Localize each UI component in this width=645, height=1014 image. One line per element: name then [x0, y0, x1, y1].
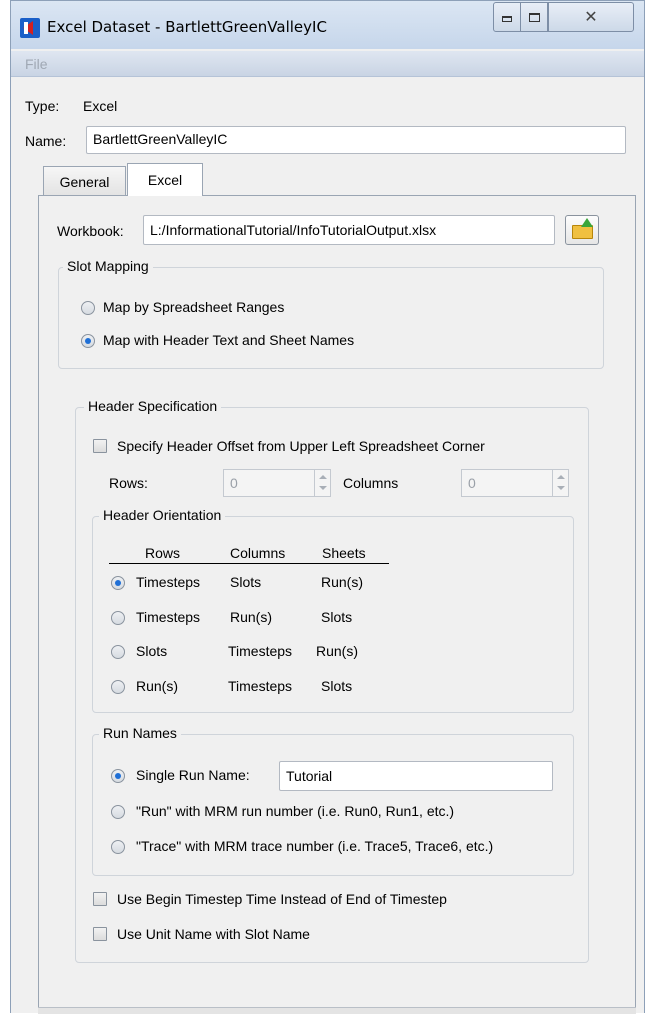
folder-arrow-icon [581, 218, 593, 227]
rows-spinner-arrows-icon[interactable] [314, 470, 330, 496]
orientation-2-columns: Run(s) [230, 609, 273, 625]
single-run-name-radio[interactable] [111, 769, 125, 783]
slot-mapping-group: Slot Mapping [58, 258, 604, 369]
unit-name-checkbox[interactable] [93, 927, 107, 941]
run-mrm-radio[interactable] [111, 805, 125, 819]
orientation-radio-1[interactable] [111, 576, 125, 590]
map-by-ranges-label: Map by Spreadsheet Ranges [103, 299, 285, 315]
rows-spinner[interactable]: 0 [223, 469, 331, 497]
orientation-1-columns: Slots [230, 574, 262, 590]
run-names-title: Run Names [99, 725, 181, 741]
columns-spinner-value: 0 [468, 475, 476, 491]
columns-spinner[interactable]: 0 [461, 469, 569, 497]
run-mrm-label: "Run" with MRM run number (i.e. Run0, Ru… [136, 803, 455, 819]
rows-spinner-value: 0 [230, 475, 238, 491]
folder-open-icon [572, 225, 593, 239]
single-run-name-input[interactable]: Tutorial [279, 761, 553, 791]
columns-label: Columns [343, 475, 399, 491]
unit-name-label: Use Unit Name with Slot Name [117, 926, 310, 942]
trace-mrm-radio[interactable] [111, 840, 125, 854]
heading-sheets: Sheets [322, 545, 366, 561]
workbook-label: Workbook: [57, 223, 124, 239]
begin-timestep-label: Use Begin Timestep Time Instead of End o… [117, 891, 447, 907]
orientation-1-rows: Timesteps [136, 574, 201, 590]
trace-mrm-label: "Trace" with MRM trace number (i.e. Trac… [136, 838, 494, 854]
orientation-1-sheets: Run(s) [321, 574, 364, 590]
panel-content: Workbook: L:/InformationalTutorial/InfoT… [11, 1, 644, 1014]
orientation-heading-rule [109, 563, 389, 564]
header-spec-title: Header Specification [84, 398, 222, 414]
map-with-header-radio[interactable] [81, 334, 95, 348]
orientation-radio-3[interactable] [111, 645, 125, 659]
orientation-radio-2[interactable] [111, 611, 125, 625]
begin-timestep-checkbox[interactable] [93, 892, 107, 906]
workbook-input[interactable]: L:/InformationalTutorial/InfoTutorialOut… [143, 215, 555, 245]
slot-mapping-title: Slot Mapping [63, 258, 153, 274]
columns-spinner-arrows-icon[interactable] [552, 470, 568, 496]
orientation-3-rows: Slots [136, 643, 168, 659]
orientation-2-rows: Timesteps [136, 609, 201, 625]
orientation-4-sheets: Slots [321, 678, 353, 694]
background-edge [0, 0, 10, 1013]
orientation-4-columns: Timesteps [228, 678, 293, 694]
browse-workbook-button[interactable] [565, 215, 599, 245]
orientation-3-columns: Timesteps [228, 643, 293, 659]
map-with-header-label: Map with Header Text and Sheet Names [103, 332, 355, 348]
header-offset-label: Specify Header Offset from Upper Left Sp… [117, 438, 485, 454]
header-offset-checkbox[interactable] [93, 439, 107, 453]
heading-rows: Rows [145, 545, 181, 561]
heading-columns: Columns [230, 545, 286, 561]
orientation-4-rows: Run(s) [136, 678, 179, 694]
rows-label: Rows: [109, 475, 148, 491]
dialog-window: Excel Dataset - BartlettGreenValleyIC ✕ … [10, 0, 645, 1014]
orientation-2-sheets: Slots [321, 609, 353, 625]
orientation-radio-4[interactable] [111, 680, 125, 694]
map-by-ranges-radio[interactable] [81, 301, 95, 315]
orientation-3-sheets: Run(s) [316, 643, 359, 659]
single-run-name-label: Single Run Name: [136, 767, 250, 783]
header-orientation-title: Header Orientation [99, 507, 226, 523]
